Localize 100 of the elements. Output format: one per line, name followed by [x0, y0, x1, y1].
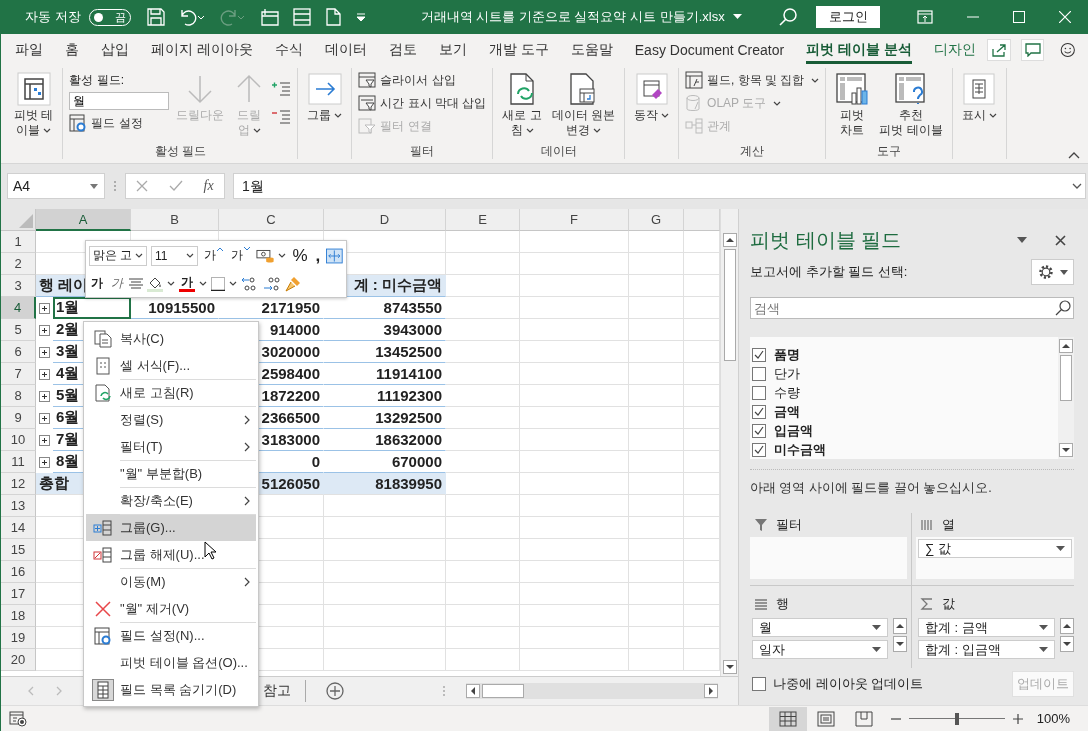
column-header[interactable]: E	[446, 209, 520, 231]
expand-icon[interactable]	[39, 456, 50, 468]
sheet-tab[interactable]: 참고	[263, 680, 306, 702]
column-header[interactable]: A	[36, 209, 131, 231]
bold-button[interactable]: 가	[89, 275, 105, 293]
expand-icon[interactable]	[39, 390, 50, 402]
vertical-scrollbar[interactable]	[720, 209, 738, 676]
ribbon-tab[interactable]: 디자인	[922, 34, 987, 66]
row-header[interactable]: 19	[1, 627, 36, 649]
increase-decimal-icon[interactable]	[241, 275, 259, 292]
area-field[interactable]: 월	[752, 618, 888, 637]
add-sheet-icon[interactable]	[326, 682, 344, 700]
scroll-up-icon[interactable]	[893, 618, 907, 634]
ribbon-tab[interactable]: 검토	[377, 34, 428, 66]
area-field[interactable]: 일자	[752, 640, 888, 659]
scroll-up-icon[interactable]	[1059, 339, 1073, 353]
row-header[interactable]: 8	[1, 385, 36, 407]
menu-item[interactable]: 피벗 테이블 옵션(O)...	[86, 649, 256, 676]
search-icon[interactable]	[778, 7, 798, 27]
ribbon-button[interactable]: 피벗 차트	[832, 68, 873, 140]
grow-font-button[interactable]: 가	[201, 247, 225, 265]
column-header[interactable]: B	[131, 209, 219, 231]
ribbon-button[interactable]: 피벗 테 이블	[11, 68, 57, 140]
ribbon-tab[interactable]: 보기	[427, 34, 478, 66]
font-size-field[interactable]: 11	[151, 245, 198, 266]
scroll-thumb[interactable]	[482, 684, 524, 698]
expand-icon[interactable]	[39, 346, 50, 358]
expand-icon[interactable]	[39, 324, 50, 336]
area-field[interactable]: ∑ 값	[918, 539, 1072, 558]
checkbox[interactable]	[752, 347, 766, 362]
zoom-in-icon[interactable]	[1012, 713, 1023, 724]
field-name[interactable]: 미수금액	[774, 440, 826, 459]
scroll-down-icon[interactable]	[722, 660, 737, 674]
ribbon-tab[interactable]: 홈	[54, 34, 90, 66]
column-header[interactable]: D	[324, 209, 446, 231]
scroll-thumb[interactable]	[723, 249, 736, 361]
scroll-left-icon[interactable]	[466, 684, 480, 698]
ribbon-display-icon[interactable]	[917, 10, 933, 24]
percent-button[interactable]: %	[290, 245, 310, 266]
checkbox[interactable]	[752, 677, 766, 691]
font-color-button[interactable]: 가	[179, 275, 195, 293]
active-field-input[interactable]: 월	[69, 92, 170, 110]
column-header[interactable]: G	[629, 209, 684, 231]
expand-icon[interactable]	[39, 302, 50, 314]
row-header[interactable]: 15	[1, 539, 36, 561]
ribbon-button[interactable]: 동작	[631, 68, 673, 125]
check-icon[interactable]	[168, 180, 183, 192]
expand-icon[interactable]	[39, 412, 50, 424]
comments-button[interactable]	[1020, 39, 1045, 61]
ribbon-tab[interactable]: 파일	[4, 34, 54, 66]
close-icon[interactable]	[1055, 234, 1066, 246]
ribbon-button[interactable]: 시간 표시 막대 삽입	[358, 93, 487, 113]
scroll-up-icon[interactable]	[1060, 618, 1074, 634]
ribbon-button[interactable]: 슬라이서 삽입	[358, 70, 487, 90]
row-header[interactable]: 16	[1, 561, 36, 583]
field-name[interactable]: 금액	[774, 402, 800, 421]
column-header[interactable]: C	[219, 209, 324, 231]
wrap-text-icon[interactable]	[326, 247, 343, 264]
scroll-right-icon[interactable]	[704, 684, 718, 698]
align-center-icon[interactable]	[129, 277, 143, 290]
ribbon-tab[interactable]: 데이터	[313, 34, 378, 66]
row-header[interactable]: 10	[1, 429, 36, 451]
checkbox[interactable]	[752, 442, 766, 457]
new-sheet-icon[interactable]	[258, 8, 279, 26]
pane-options-icon[interactable]	[1017, 237, 1027, 243]
scroll-down-icon[interactable]	[893, 636, 907, 652]
row-header[interactable]: 2	[1, 253, 36, 275]
format-painter-icon[interactable]	[285, 275, 301, 292]
checkbox[interactable]	[752, 404, 766, 419]
ribbon-tab[interactable]: 페이지 레이아웃	[140, 34, 264, 66]
field-name[interactable]: 품명	[774, 345, 800, 364]
row-header[interactable]: 12	[1, 473, 36, 495]
field-name[interactable]: 수량	[774, 383, 800, 402]
comma-button[interactable]: ,	[313, 245, 323, 266]
field-name[interactable]: 입금액	[774, 421, 813, 440]
formula-input[interactable]: 1월	[233, 173, 1086, 199]
ribbon-tab[interactable]: 수식	[263, 34, 314, 66]
customize-caret-icon[interactable]	[354, 12, 367, 22]
search-field[interactable]: 검색	[750, 297, 1074, 319]
checkbox[interactable]	[752, 423, 766, 438]
settings-button[interactable]	[1031, 259, 1074, 285]
ribbon-button[interactable]: 추천 피벗 테이블	[876, 68, 946, 140]
ribbon-tab[interactable]: 개발 도구	[477, 34, 560, 66]
row-header[interactable]: 20	[1, 649, 36, 671]
drop-area[interactable]: 합계 : 금액 합계 : 입금액	[916, 616, 1074, 662]
menu-item[interactable]: 그룹 해제(U)...	[86, 541, 256, 568]
borders-icon[interactable]	[211, 276, 225, 291]
expand-icon[interactable]	[39, 434, 50, 446]
smiley-icon[interactable]	[1060, 40, 1076, 60]
save-icon[interactable]	[146, 8, 165, 26]
menu-item[interactable]: 필드 목록 숨기기(D)	[86, 676, 256, 703]
vertical-scrollbar[interactable]	[1058, 337, 1074, 459]
row-header[interactable]: 5	[1, 319, 36, 341]
drop-area[interactable]: 월 일자	[750, 616, 907, 662]
scroll-up-icon[interactable]	[722, 233, 737, 247]
collapse-ribbon-icon[interactable]	[1068, 152, 1080, 159]
table-icon[interactable]	[292, 8, 311, 26]
shrink-font-button[interactable]: 가	[228, 247, 252, 265]
field-name[interactable]: 단가	[774, 364, 800, 383]
italic-button[interactable]: 가	[109, 275, 125, 293]
